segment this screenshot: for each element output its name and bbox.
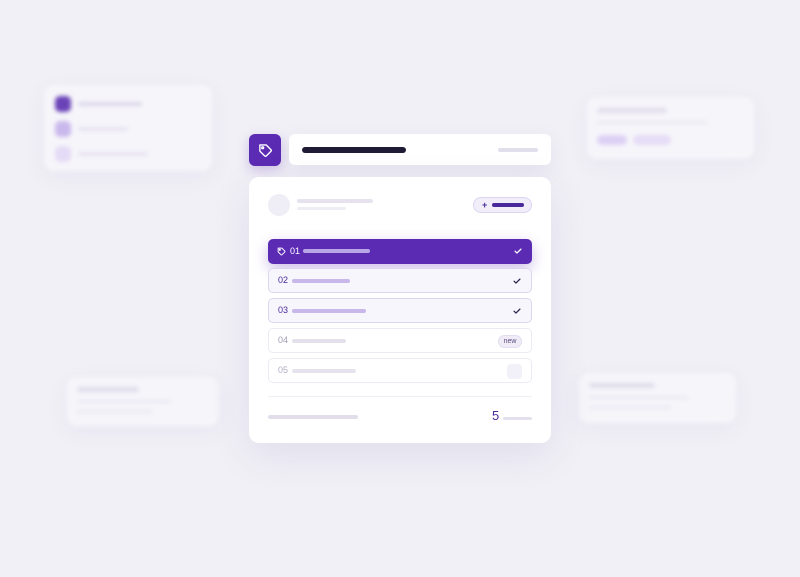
check-icon	[513, 308, 521, 314]
row-label-placeholder	[292, 309, 366, 313]
ghost-line	[77, 400, 171, 403]
footer-meta-placeholder	[503, 417, 532, 420]
ghost-pill	[597, 135, 627, 145]
ghost-dot	[55, 121, 71, 137]
row-label-placeholder	[292, 369, 356, 373]
add-tag-label-placeholder	[492, 203, 524, 207]
row-number: 01	[290, 246, 301, 256]
ghost-line	[597, 121, 707, 124]
tag-icon	[277, 247, 286, 256]
header-title-placeholder	[302, 147, 406, 153]
empty-badge	[507, 364, 522, 379]
avatar	[268, 194, 290, 216]
tag-row-02[interactable]: 02	[268, 268, 532, 293]
tag-list-card: + 01 02 03 04 new 05 5	[249, 177, 551, 443]
check-icon	[514, 248, 522, 254]
check-icon	[513, 278, 521, 284]
header-meta-placeholder	[498, 148, 538, 152]
tag-tile-button[interactable]	[249, 134, 281, 166]
new-badge: new	[498, 335, 522, 348]
plus-icon: +	[482, 200, 488, 210]
ghost-line	[589, 396, 689, 399]
ghost-line	[78, 102, 142, 106]
row-number: 02	[278, 275, 289, 285]
row-number: 04	[278, 335, 289, 345]
tag-row-05[interactable]: 05	[268, 358, 532, 383]
ghost-line	[597, 108, 667, 113]
row-number: 03	[278, 305, 289, 315]
row-number: 05	[278, 365, 289, 375]
add-tag-button[interactable]: +	[473, 197, 532, 213]
background-card-top-left	[44, 85, 212, 171]
divider	[268, 396, 532, 397]
ghost-line	[77, 410, 153, 413]
background-card-top-right	[587, 97, 754, 159]
header-card	[289, 134, 551, 165]
card-subtitle-placeholder	[297, 207, 346, 210]
ghost-dot	[55, 96, 71, 112]
ghost-line	[77, 387, 139, 392]
background-card-bottom-right	[579, 373, 736, 423]
ghost-dot	[55, 146, 71, 162]
row-label-placeholder	[292, 279, 350, 283]
tag-row-04[interactable]: 04 new	[268, 328, 532, 353]
card-title-placeholder	[297, 199, 373, 203]
background-card-bottom-left	[67, 377, 219, 426]
ghost-pill	[633, 135, 671, 145]
tag-row-01[interactable]: 01	[268, 239, 532, 264]
tag-row-03[interactable]: 03	[268, 298, 532, 323]
row-label-placeholder	[292, 339, 346, 343]
ghost-line	[78, 152, 148, 156]
ghost-line	[78, 127, 128, 131]
tag-icon	[258, 143, 272, 157]
ghost-line	[589, 383, 655, 388]
tag-count: 5	[492, 408, 500, 423]
row-label-placeholder	[303, 249, 370, 253]
footer-label-placeholder	[268, 415, 358, 419]
ghost-line	[589, 406, 671, 409]
